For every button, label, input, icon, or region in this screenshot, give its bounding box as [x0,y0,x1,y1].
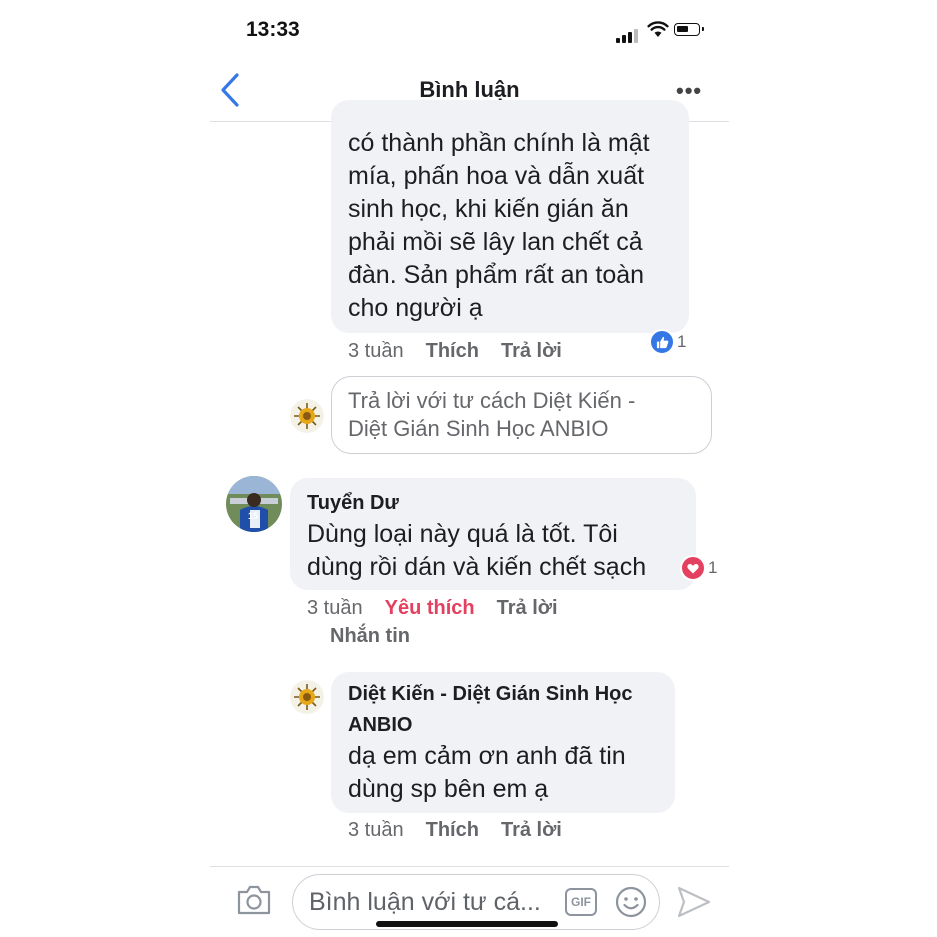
anbio-logo-icon [290,680,324,714]
reply-button[interactable]: Trả lời [501,340,562,362]
emoji-button[interactable] [615,886,647,923]
home-indicator [376,921,558,927]
anbio-logo-icon [290,399,324,433]
smiley-icon [615,886,647,918]
comment-meta: 3 tuần Thích Trả lời [348,819,562,842]
like-reaction-icon [649,329,675,355]
comment-text: có thành phần chính là mật mía, phấn hoa… [348,129,650,322]
love-reaction-icon [680,555,706,581]
comment-time: 3 tuần [348,819,404,841]
comment-time: 3 tuần [307,597,363,619]
page-avatar[interactable] [290,680,324,714]
composer-divider [210,866,729,867]
comment-bubble[interactable]: Diệt Kiến - Diệt Gián Sinh Học ANBIO dạ … [331,672,675,813]
reply-input[interactable]: Trả lời với tư cách Diệt Kiến - Diệt Giá… [331,376,712,454]
comment-time: 3 tuần [348,340,404,362]
message-link[interactable]: Nhắn tin [330,625,410,648]
send-icon [677,886,711,918]
love-button[interactable]: Yêu thích [385,597,475,619]
camera-button[interactable] [236,884,272,921]
comment-text: dạ em cảm ơn anh đã tin dùng sp bên em ạ [348,742,626,803]
reply-button[interactable]: Trả lời [501,819,562,841]
comment-text: Dùng loại này quá là tốt. Tôi dùng rồi d… [307,520,647,581]
more-options-button[interactable]: ••• [676,78,702,104]
battery-icon [674,23,704,36]
cellular-signal-icon [616,25,640,43]
like-button[interactable]: Thích [426,340,479,362]
comment-meta: 3 tuần Thích Trả lời [348,340,562,363]
reaction-count: 1 [708,558,718,577]
send-button[interactable] [676,885,712,924]
comment-bubble[interactable]: có thành phần chính là mật mía, phấn hoa… [331,100,689,333]
gif-button[interactable]: GIF [565,888,597,916]
message-button[interactable]: Nhắn tin [330,625,410,647]
comment-author[interactable]: Diệt Kiến - Diệt Gián Sinh Học ANBIO [348,679,632,741]
reaction-badge[interactable]: 1 [649,329,686,355]
reply-placeholder: Trả lời với tư cách Diệt Kiến - Diệt Giá… [348,388,636,441]
comment-placeholder: Bình luận với tư cá... [309,888,541,916]
comment-bubble[interactable]: Tuyển Dư Dùng loại này quá là tốt. Tôi d… [290,478,696,590]
page-avatar [290,399,324,433]
user-avatar[interactable]: 15 [226,476,282,532]
reaction-count: 1 [677,332,687,351]
reply-button[interactable]: Trả lời [497,597,558,619]
comment-meta: 3 tuần Yêu thích Trả lời [307,597,558,620]
wifi-icon [647,20,669,43]
jersey-number: 15 [248,511,259,521]
comment-author[interactable]: Tuyển Dư [307,489,399,517]
status-time: 13:33 [246,18,300,41]
camera-icon [237,885,271,915]
like-button[interactable]: Thích [426,819,479,841]
reaction-badge[interactable]: 1 [680,555,717,581]
phone-screen: 13:33 Bình luận ••• có thành phần chính … [210,0,729,937]
